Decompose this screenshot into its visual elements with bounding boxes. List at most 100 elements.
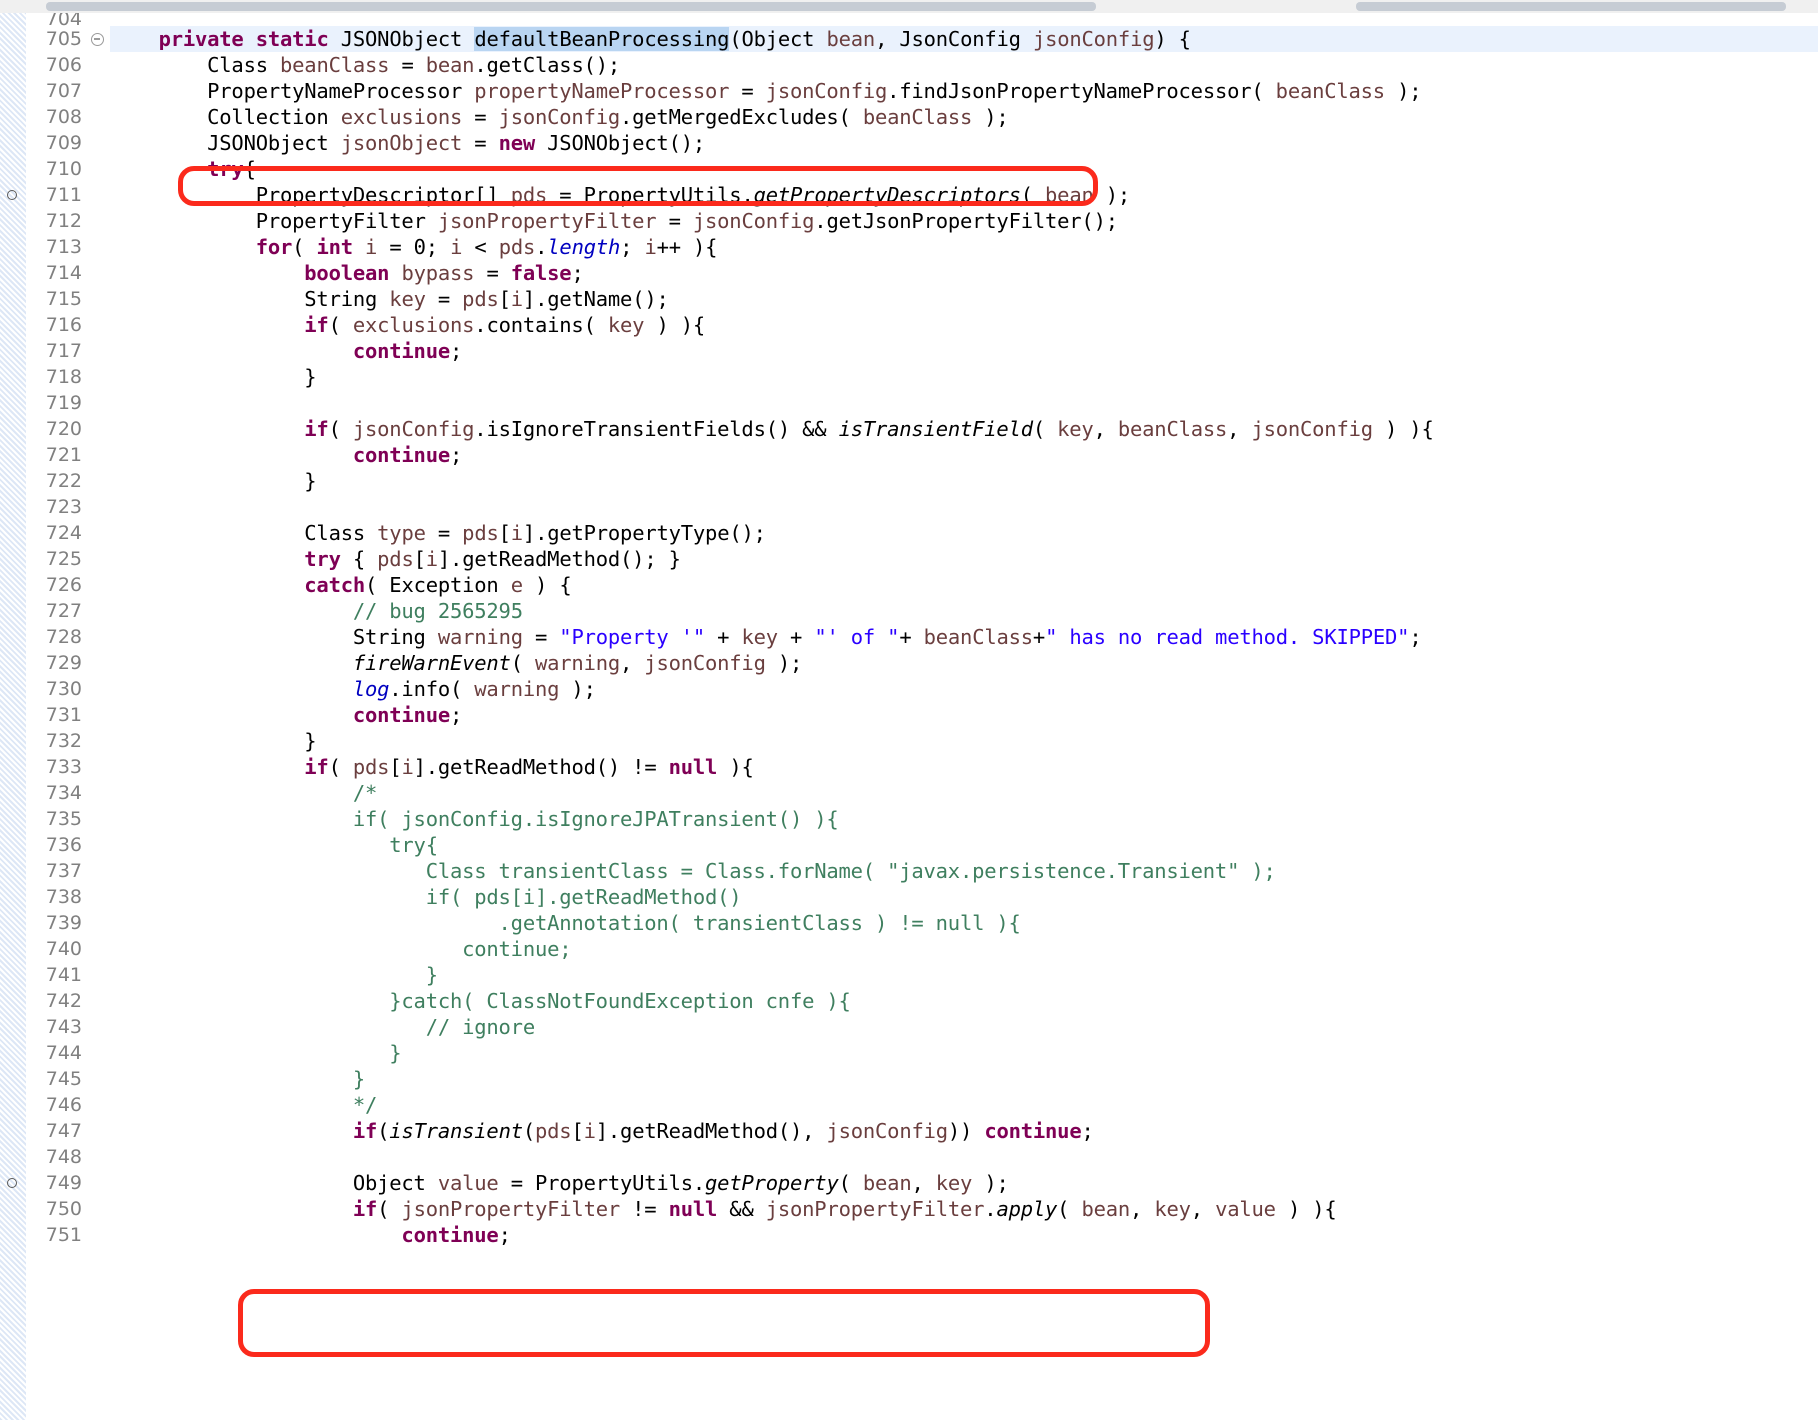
code-line-743[interactable]: // ignore: [110, 1014, 1818, 1040]
code-line-718[interactable]: }: [110, 364, 1818, 390]
code-line-715[interactable]: String key = pds[i].getName();: [110, 286, 1818, 312]
code-line-716[interactable]: if( exclusions.contains( key ) ){: [110, 312, 1818, 338]
annotation-marker-column[interactable]: [0, 13, 27, 1420]
code-line-717[interactable]: continue;: [110, 338, 1818, 364]
code-line-746[interactable]: */: [110, 1092, 1818, 1118]
code-line-720[interactable]: if( jsonConfig.isIgnoreTransientFields()…: [110, 416, 1818, 442]
code-line-740[interactable]: continue;: [110, 936, 1818, 962]
line-number-723: 723: [45, 496, 82, 518]
marker-row: [0, 988, 26, 1014]
code-line-724[interactable]: Class type = pds[i].getPropertyType();: [110, 520, 1818, 546]
code-line-749[interactable]: Object value = PropertyUtils.getProperty…: [110, 1170, 1818, 1196]
marker-row: [0, 312, 26, 338]
code-text-area[interactable]: private static JSONObject defaultBeanPro…: [110, 13, 1818, 1420]
code-line-733[interactable]: if( pds[i].getReadMethod() != null ){: [110, 754, 1818, 780]
marker-row: [0, 234, 26, 260]
line-number-733: 733: [45, 756, 82, 778]
code-line-734[interactable]: /*: [110, 780, 1818, 806]
marker-row: [0, 572, 26, 598]
marker-row: [0, 494, 26, 520]
code-line-731[interactable]: continue;: [110, 702, 1818, 728]
line-number-718: 718: [45, 366, 82, 388]
line-number-707: 707: [45, 80, 82, 102]
marker-row: [0, 1222, 26, 1248]
code-line-737[interactable]: Class transientClass = Class.forName( "j…: [110, 858, 1818, 884]
code-line-727[interactable]: // bug 2565295: [110, 598, 1818, 624]
line-number-713: 713: [45, 236, 82, 258]
marker-row: [0, 208, 26, 234]
marker-row: [0, 1118, 26, 1144]
line-number-747: 747: [45, 1120, 82, 1142]
code-line-730[interactable]: log.info( warning );: [110, 676, 1818, 702]
line-number-721: 721: [45, 444, 82, 466]
horizontal-scrollbar[interactable]: [0, 0, 1818, 14]
code-line-750[interactable]: if( jsonPropertyFilter != null && jsonPr…: [110, 1196, 1818, 1222]
breakpoint-icon[interactable]: [7, 190, 17, 200]
line-number-746: 746: [45, 1094, 82, 1116]
code-line-747[interactable]: if(isTransient(pds[i].getReadMethod(), j…: [110, 1118, 1818, 1144]
marker-row: [0, 78, 26, 104]
line-number-726: 726: [45, 574, 82, 596]
line-number: 704: [45, 13, 82, 26]
marker-row: [0, 52, 26, 78]
code-line-738[interactable]: if( pds[i].getReadMethod(): [110, 884, 1818, 910]
line-number-709: 709: [45, 132, 82, 154]
code-line-736[interactable]: try{: [110, 832, 1818, 858]
code-line-706[interactable]: Class beanClass = bean.getClass();: [110, 52, 1818, 78]
code-line-719[interactable]: [110, 390, 1818, 416]
line-number-743: 743: [45, 1016, 82, 1038]
code-line-735[interactable]: if( jsonConfig.isIgnoreJPATransient() ){: [110, 806, 1818, 832]
code-line-729[interactable]: fireWarnEvent( warning, jsonConfig );: [110, 650, 1818, 676]
code-line-751[interactable]: continue;: [110, 1222, 1818, 1248]
marker-row: [0, 832, 26, 858]
marker-row-711[interactable]: [0, 182, 26, 208]
marker-row: [0, 728, 26, 754]
code-line-705[interactable]: private static JSONObject defaultBeanPro…: [110, 26, 1818, 52]
code-line-723[interactable]: [110, 494, 1818, 520]
code-line-745[interactable]: }: [110, 1066, 1818, 1092]
code-line-742[interactable]: }catch( ClassNotFoundException cnfe ){: [110, 988, 1818, 1014]
code-line-741[interactable]: }: [110, 962, 1818, 988]
code-editor[interactable]: 704 705 706 707 708 709 710 711 712 713 …: [0, 13, 1818, 1420]
line-number-751: 751: [45, 1224, 82, 1246]
marker-row: [0, 702, 26, 728]
breakpoint-icon[interactable]: [7, 1178, 17, 1188]
line-number-737: 737: [45, 860, 82, 882]
code-line-714[interactable]: boolean bypass = false;: [110, 260, 1818, 286]
marker-row: [0, 26, 26, 52]
line-number-722: 722: [45, 470, 82, 492]
code-line-725[interactable]: try { pds[i].getReadMethod(); }: [110, 546, 1818, 572]
line-number-741: 741: [45, 964, 82, 986]
line-number-736: 736: [45, 834, 82, 856]
code-line-708[interactable]: Collection exclusions = jsonConfig.getMe…: [110, 104, 1818, 130]
code-line-744[interactable]: }: [110, 1040, 1818, 1066]
line-number-740: 740: [45, 938, 82, 960]
code-line-710[interactable]: try{: [110, 156, 1818, 182]
code-line-711[interactable]: PropertyDescriptor[] pds = PropertyUtils…: [110, 182, 1818, 208]
marker-row: [0, 468, 26, 494]
line-number-711: 711: [45, 184, 82, 206]
code-line-721[interactable]: continue;: [110, 442, 1818, 468]
marker-row: [0, 416, 26, 442]
code-line-748[interactable]: [110, 1144, 1818, 1170]
code-line-726[interactable]: catch( Exception e ) {: [110, 572, 1818, 598]
code-line-707[interactable]: PropertyNameProcessor propertyNameProces…: [110, 78, 1818, 104]
code-line-704[interactable]: [110, 13, 1818, 26]
fold-collapse-icon[interactable]: [91, 33, 104, 46]
code-line-713[interactable]: for( int i = 0; i < pds.length; i++ ){: [110, 234, 1818, 260]
marker-row: [0, 390, 26, 416]
line-number-750: 750: [45, 1198, 82, 1220]
scrollbar-thumb-left[interactable]: [46, 2, 1096, 11]
code-line-739[interactable]: .getAnnotation( transientClass ) != null…: [110, 910, 1818, 936]
line-number-715: 715: [45, 288, 82, 310]
marker-row: [0, 780, 26, 806]
code-line-712[interactable]: PropertyFilter jsonPropertyFilter = json…: [110, 208, 1818, 234]
code-line-732[interactable]: }: [110, 728, 1818, 754]
marker-row: [0, 962, 26, 988]
code-line-709[interactable]: JSONObject jsonObject = new JSONObject()…: [110, 130, 1818, 156]
line-number-731: 731: [45, 704, 82, 726]
code-line-722[interactable]: }: [110, 468, 1818, 494]
code-line-728[interactable]: String warning = "Property '" + key + "'…: [110, 624, 1818, 650]
scrollbar-thumb-right[interactable]: [1356, 2, 1786, 11]
marker-row-749[interactable]: [0, 1170, 26, 1196]
